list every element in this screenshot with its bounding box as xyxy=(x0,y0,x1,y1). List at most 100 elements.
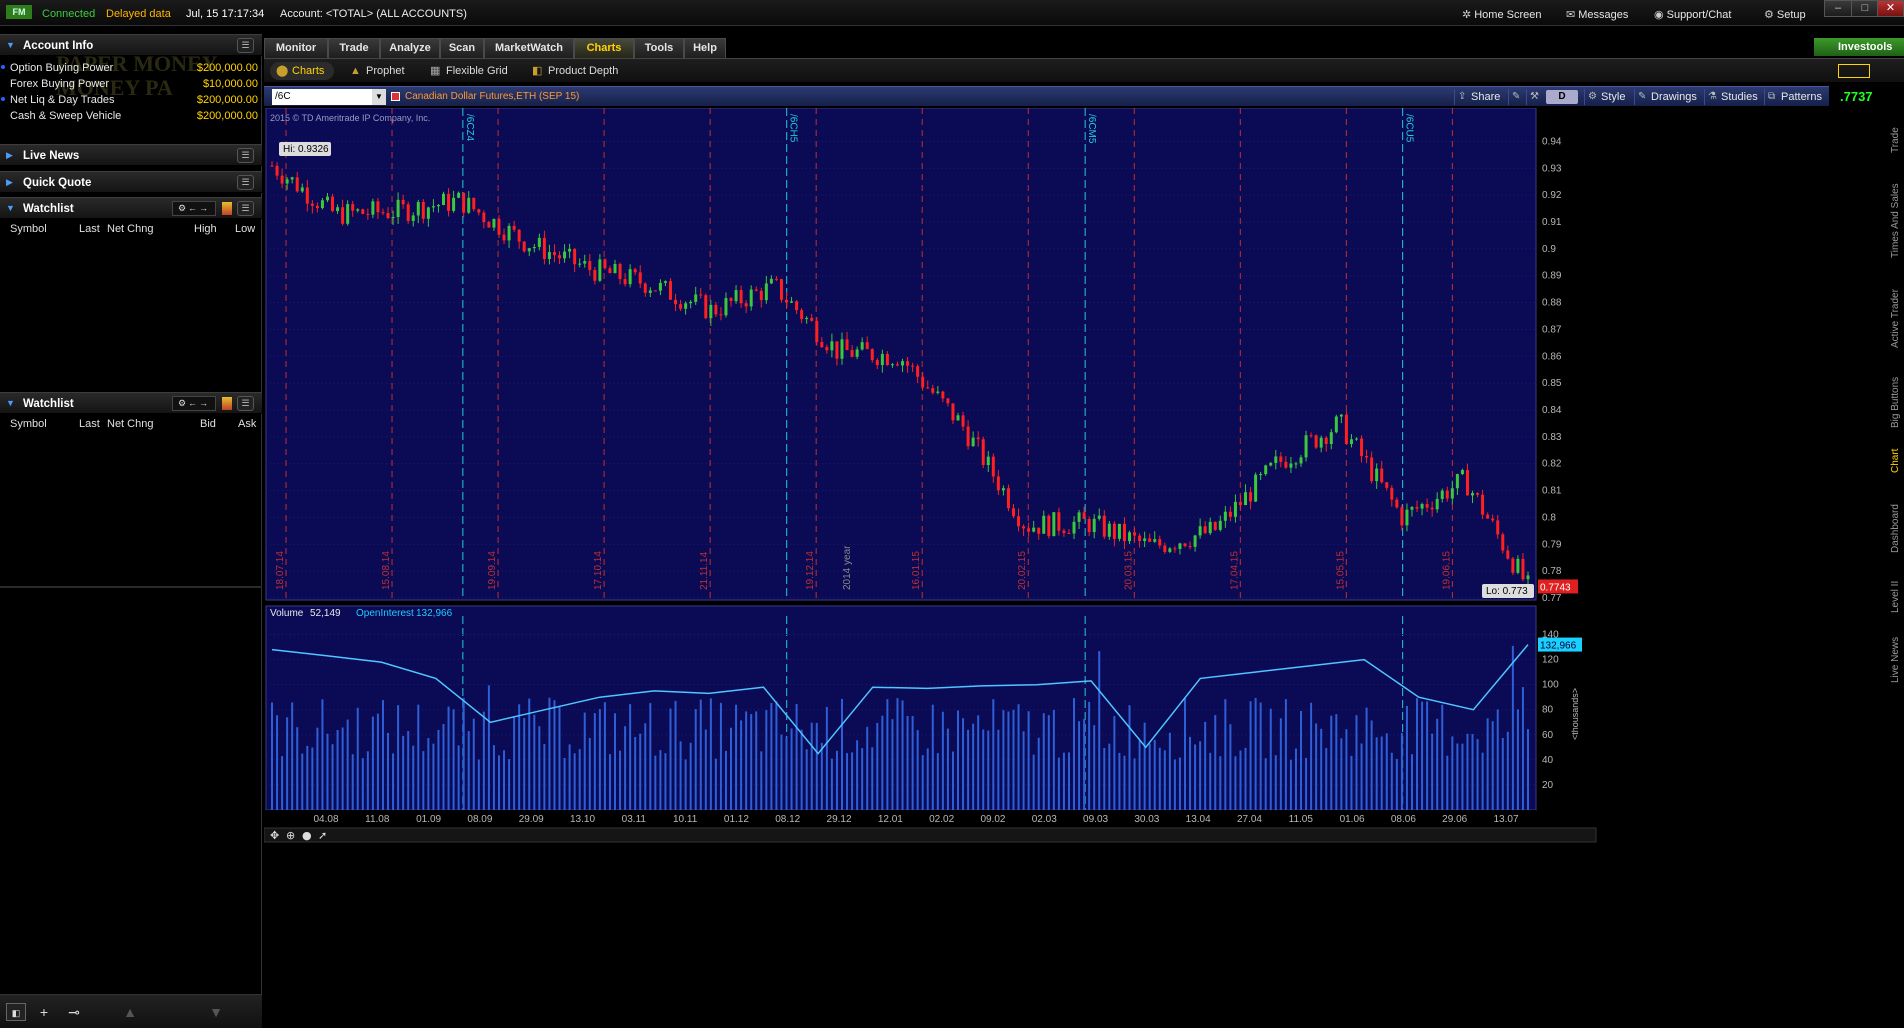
watchlist-header[interactable]: ▼ Watchlist ⚙←→ ☰ xyxy=(0,197,262,219)
watchlist-color-icon[interactable] xyxy=(222,397,232,410)
side-tab-times-and-sales[interactable]: Times And Sales xyxy=(1890,168,1904,258)
patterns-button[interactable]: ⧉ Patterns xyxy=(1764,89,1822,105)
watchlist-columns: Symbol Last Net Chng High Low xyxy=(0,221,262,237)
support-chat-button[interactable]: ◉ Support/Chat xyxy=(1654,8,1731,21)
x-tick-label: 10.11 xyxy=(673,814,698,825)
volume-bar xyxy=(578,749,581,810)
side-tab-big-buttons[interactable]: Big Buttons xyxy=(1890,358,1904,428)
volume-bar xyxy=(1471,734,1474,810)
candle-body xyxy=(467,197,471,213)
watchlist-tools[interactable]: ⚙←→ xyxy=(172,396,216,411)
side-tab-chart[interactable]: Chart xyxy=(1890,433,1904,473)
tab-charts[interactable]: Charts xyxy=(574,38,634,58)
menu-icon[interactable]: ☰ xyxy=(237,201,254,216)
menu-icon[interactable]: ☰ xyxy=(237,148,254,163)
subtab-charts[interactable]: ⬤ Charts xyxy=(270,62,335,80)
support-icon: ◉ xyxy=(1654,9,1664,21)
side-tab-active-trader[interactable]: Active Trader xyxy=(1890,268,1904,348)
volume-bar xyxy=(790,728,793,810)
settings-tool[interactable]: ⚒ xyxy=(1526,89,1543,105)
candle-body xyxy=(336,207,340,212)
subtab-flexible-grid[interactable]: ▦ Flexible Grid xyxy=(424,62,508,80)
link-icon[interactable] xyxy=(391,92,400,101)
side-tab-trade[interactable]: Trade xyxy=(1890,113,1904,153)
volume-bar xyxy=(634,737,637,810)
subtab-prophet[interactable]: ▲ Prophet xyxy=(344,62,405,80)
candle-body xyxy=(1032,527,1036,532)
layout-selector[interactable] xyxy=(1838,64,1870,78)
candle-body xyxy=(1067,533,1071,535)
chart-nav-icon[interactable]: ✥ xyxy=(270,829,279,842)
chart-nav-icon[interactable]: ➚ xyxy=(318,829,327,842)
column-header[interactable]: Bid xyxy=(200,418,216,430)
collapse-icon[interactable]: ▼ xyxy=(6,203,15,213)
chart-area[interactable]: 0.94 0.93 0.92 0.91 0.9 0.89 0.88 0.87 0.86 0.85 0… xyxy=(264,108,1830,1020)
investools-button[interactable]: Investools xyxy=(1814,38,1904,56)
column-header[interactable]: Symbol xyxy=(10,223,47,235)
tab-analyze[interactable]: Analyze xyxy=(380,38,440,58)
gadget-menu-icon[interactable]: ⊸ xyxy=(64,1003,84,1021)
setup-button[interactable]: ⚙ Setup xyxy=(1764,8,1806,21)
watchlist-color-icon[interactable] xyxy=(222,202,232,215)
column-header[interactable]: High xyxy=(194,223,217,235)
candle-body xyxy=(749,289,753,307)
quick-quote-header[interactable]: ▶ Quick Quote ☰ xyxy=(0,171,262,193)
symbol-dropdown[interactable]: ▼ xyxy=(372,89,386,105)
timeframe-button[interactable]: D xyxy=(1546,90,1578,104)
candle-body xyxy=(1279,456,1283,462)
column-header[interactable]: Symbol xyxy=(10,418,47,430)
volume-bar xyxy=(1189,736,1192,810)
side-tab-level-ii[interactable]: Level II xyxy=(1890,563,1904,613)
tab-monitor[interactable]: Monitor xyxy=(264,38,328,58)
tab-help[interactable]: Help xyxy=(684,38,726,58)
scroll-up-icon[interactable]: ▲ xyxy=(120,1003,140,1021)
scroll-down-icon[interactable]: ▼ xyxy=(206,1003,226,1021)
expand-icon[interactable]: ▶ xyxy=(6,177,13,188)
home-screen-button[interactable]: ✲ Home Screen xyxy=(1462,8,1541,21)
menu-icon[interactable]: ☰ xyxy=(237,175,254,190)
account-selector[interactable]: Account: <TOTAL> (ALL ACCOUNTS) xyxy=(280,8,467,20)
messages-button[interactable]: ✉ Messages xyxy=(1566,8,1628,21)
expand-icon[interactable]: ▶ xyxy=(6,150,13,161)
volume-bar xyxy=(704,729,707,810)
column-header[interactable]: Ask xyxy=(238,418,256,430)
price-chart[interactable]: 0.94 0.93 0.92 0.91 0.9 0.89 0.88 0.87 0.86 0.85 0… xyxy=(264,108,1830,1020)
maximize-button[interactable]: □ xyxy=(1851,0,1879,17)
tab-tools[interactable]: Tools xyxy=(634,38,684,58)
column-header[interactable]: Low xyxy=(235,223,255,235)
watchlist-header[interactable]: ▼ Watchlist ⚙←→ ☰ xyxy=(0,392,262,414)
crosshair-tool[interactable]: ✎ xyxy=(1508,89,1525,105)
close-button[interactable]: ✕ xyxy=(1877,0,1904,17)
volume-bar xyxy=(472,718,475,810)
watchlist-tools[interactable]: ⚙←→ xyxy=(172,201,216,216)
column-header[interactable]: Net Chng xyxy=(107,223,153,235)
studies-button[interactable]: ⚗ Studies xyxy=(1704,89,1758,105)
column-header[interactable]: Net Chng xyxy=(107,418,153,430)
collapse-icon[interactable]: ▼ xyxy=(6,398,15,408)
symbol-input[interactable]: /6C xyxy=(272,89,372,105)
tab-trade[interactable]: Trade xyxy=(328,38,380,58)
tab-marketwatch[interactable]: MarketWatch xyxy=(484,38,574,58)
volume-bar xyxy=(876,722,879,810)
chart-nav-icon[interactable]: ⊕ xyxy=(286,829,295,842)
column-header[interactable]: Last xyxy=(79,418,100,430)
add-gadget-button[interactable]: + xyxy=(34,1003,54,1021)
side-tab-dashboard[interactable]: Dashboard xyxy=(1890,483,1904,553)
subtab-product-depth[interactable]: ◧ Product Depth xyxy=(526,62,618,80)
collapse-icon[interactable]: ▼ xyxy=(6,40,15,50)
menu-icon[interactable]: ☰ xyxy=(237,396,254,411)
column-header[interactable]: Last xyxy=(79,223,100,235)
style-button[interactable]: ⚙ Style xyxy=(1584,89,1625,105)
menu-icon[interactable]: ☰ xyxy=(237,38,254,53)
side-tab-live-news[interactable]: Live News xyxy=(1890,623,1904,683)
x-tick-label: 03.11 xyxy=(622,814,647,825)
minimize-button[interactable]: – xyxy=(1824,0,1852,17)
live-news-header[interactable]: ▶ Live News ☰ xyxy=(0,144,262,166)
collapse-panel-icon[interactable]: ◧ xyxy=(6,1003,26,1021)
x-tick-label: 01.12 xyxy=(724,814,749,825)
share-button[interactable]: ⇪ Share xyxy=(1454,89,1500,105)
candle-body xyxy=(951,403,955,421)
chart-nav-icon[interactable]: ● xyxy=(302,829,312,842)
tab-scan[interactable]: Scan xyxy=(440,38,484,58)
drawings-button[interactable]: ✎ Drawings xyxy=(1634,89,1697,105)
